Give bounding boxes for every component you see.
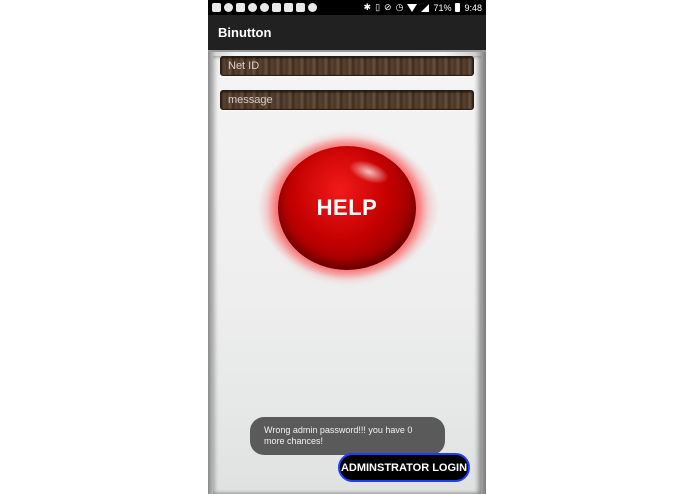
button-highlight (345, 155, 393, 189)
chat-icon (248, 3, 257, 12)
crop-icon (284, 3, 293, 12)
message-input[interactable]: message (220, 90, 474, 110)
gallery-icon (236, 3, 245, 12)
image-icon (272, 3, 281, 12)
notification-icons (212, 3, 317, 12)
net-id-input[interactable]: Net ID (220, 56, 474, 76)
skype-icon (224, 3, 233, 12)
status-bar: ✱ ▯ ⊘ ◷ 71% 9:48 (208, 0, 486, 15)
vibrate-icon: ▯ (375, 2, 381, 12)
battery-icon (455, 3, 461, 12)
battery-percent: 71% (433, 2, 452, 13)
app-bar: Binutton (208, 15, 486, 50)
toast-text: Wrong admin password!!! you have 0 more … (264, 425, 413, 446)
help-button[interactable]: HELP (278, 146, 416, 270)
chat-icon (260, 3, 269, 12)
wifi-icon (407, 3, 418, 12)
more-icon (308, 3, 317, 12)
tools-icon (296, 3, 305, 12)
alarm-icon: ◷ (395, 2, 404, 12)
mute-icon: ⊘ (384, 2, 392, 12)
system-icons: ✱ ▯ ⊘ ◷ 71% 9:48 (364, 2, 482, 13)
app-title: Binutton (218, 25, 272, 40)
calendar-icon (212, 3, 221, 12)
message-placeholder: message (228, 94, 273, 106)
cell-signal-icon (421, 3, 430, 12)
administrator-login-label: ADMINSTRATOR LOGIN (340, 461, 468, 474)
help-button-label: HELP (316, 195, 378, 220)
toast-message: Wrong admin password!!! you have 0 more … (250, 417, 445, 455)
bluetooth-icon: ✱ (363, 2, 372, 12)
net-id-placeholder: Net ID (228, 60, 260, 72)
administrator-login-button[interactable]: ADMINSTRATOR LOGIN (338, 453, 470, 482)
clock: 9:48 (464, 2, 482, 13)
